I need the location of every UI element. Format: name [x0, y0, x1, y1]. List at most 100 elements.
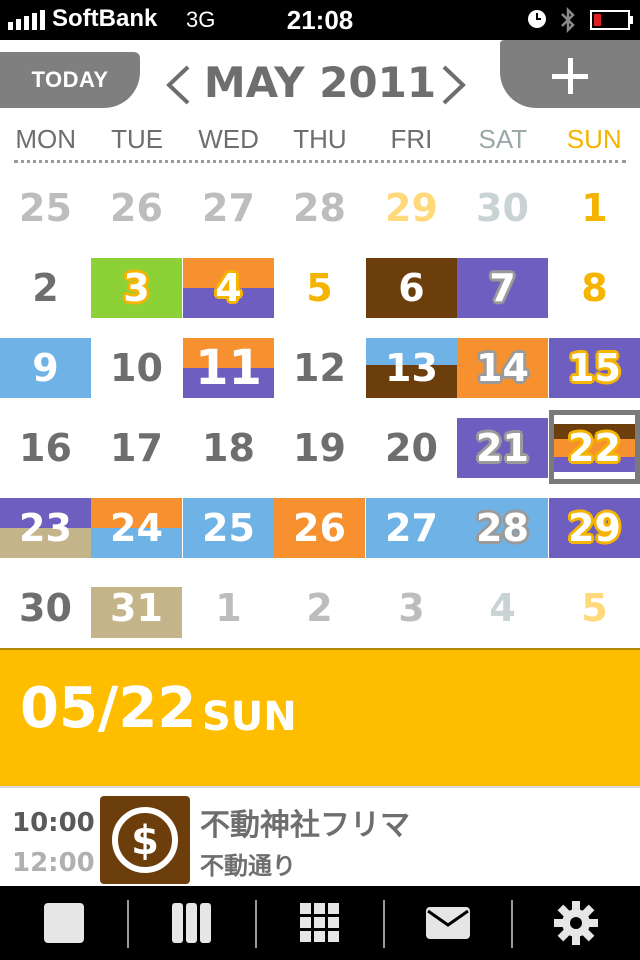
next-month-arrow-icon[interactable] [440, 64, 468, 106]
calendar-day-cell[interactable]: 9 [0, 328, 91, 408]
calendar-day-cell[interactable]: 6 [366, 248, 457, 328]
settings-icon [554, 901, 598, 945]
calendar-day-cell[interactable]: 15 [549, 328, 640, 408]
event-title: 不動神社フリマ [200, 808, 410, 843]
calendar-day-cell[interactable]: 30 [457, 168, 548, 248]
svg-text:$: $ [131, 818, 159, 864]
calendar-day-cell[interactable]: 28 [457, 488, 548, 568]
add-event-button[interactable] [500, 40, 640, 108]
calendar-day-number: 27 [202, 186, 255, 230]
calendar-day-number: 30 [476, 186, 529, 230]
calendar-day-number: 4 [215, 266, 242, 310]
divider [14, 160, 626, 163]
calendar-day-number: 28 [293, 186, 346, 230]
calendar-day-cell[interactable]: 21 [457, 408, 548, 488]
calendar-day-cell[interactable]: 24 [91, 488, 182, 568]
calendar-header: TODAY MAY 2011 [0, 40, 640, 120]
calendar-day-number: 8 [581, 266, 608, 310]
calendar-day-cell[interactable]: 26 [91, 168, 182, 248]
calendar-day-number: 4 [489, 586, 516, 630]
calendar-day-cell[interactable]: 10 [91, 328, 182, 408]
calendar-day-cell[interactable]: 28 [274, 168, 365, 248]
mail-button[interactable] [384, 886, 512, 960]
calendar-day-number: 30 [19, 586, 72, 630]
today-button[interactable]: TODAY [0, 52, 140, 108]
carrier-name: SoftBank [52, 5, 158, 32]
calendar-day-cell[interactable]: 4 [457, 568, 548, 648]
mail-icon [426, 907, 470, 939]
calendar-day-cell[interactable]: 26 [274, 488, 365, 568]
event-row[interactable]: 10:00 12:00 $ 不動神社フリマ 不動通り [0, 786, 640, 886]
week-view-button[interactable] [128, 886, 256, 960]
calendar-day-cell[interactable]: 25 [0, 168, 91, 248]
calendar-day-number: 3 [398, 586, 425, 630]
calendar-day-cell[interactable]: 27 [183, 168, 274, 248]
calendar-day-cell[interactable]: 1 [183, 568, 274, 648]
calendar-day-cell[interactable]: 5 [549, 568, 640, 648]
calendar-day-cell[interactable]: 8 [549, 248, 640, 328]
bluetooth-icon [561, 6, 575, 34]
selected-weekday: SUN [202, 694, 297, 740]
calendar-day-number: 1 [215, 586, 242, 630]
calendar-day-number: 3 [123, 266, 150, 310]
calendar-day-number: 24 [110, 506, 163, 550]
calendar-day-cell[interactable]: 3 [91, 248, 182, 328]
battery-icon [590, 10, 633, 30]
calendar-day-cell[interactable]: 11 [183, 328, 274, 408]
calendar-day-cell[interactable]: 14 [457, 328, 548, 408]
calendar-day-cell[interactable]: 19 [274, 408, 365, 488]
calendar-day-number: 28 [476, 506, 529, 550]
calendar-day-cell[interactable]: 22 [549, 408, 640, 488]
calendar-day-cell[interactable]: 16 [0, 408, 91, 488]
calendar-day-cell[interactable]: 27 [366, 488, 457, 568]
calendar-day-number: 26 [293, 506, 346, 550]
calendar-day-cell[interactable]: 29 [366, 168, 457, 248]
calendar-day-number: 5 [581, 586, 608, 630]
calendar-day-number: 25 [202, 506, 255, 550]
calendar-day-number: 20 [385, 426, 438, 470]
event-start-time: 10:00 [12, 808, 95, 838]
selected-day-banner: 05/22 SUN [0, 648, 640, 786]
day-view-button[interactable] [0, 886, 128, 960]
calendar-day-cell[interactable]: 18 [183, 408, 274, 488]
calendar-day-number: 12 [293, 346, 346, 390]
calendar-day-number: 9 [32, 346, 59, 390]
calendar-day-cell[interactable]: 29 [549, 488, 640, 568]
calendar-day-cell[interactable]: 13 [366, 328, 457, 408]
calendar-day-cell[interactable]: 20 [366, 408, 457, 488]
calendar-day-number: 18 [202, 426, 255, 470]
weekday-label: MON [15, 124, 77, 154]
calendar-day-cell[interactable]: 25 [183, 488, 274, 568]
calendar-day-cell[interactable]: 23 [0, 488, 91, 568]
signal-strength-icon [8, 10, 45, 30]
calendar-day-cell[interactable]: 31 [91, 568, 182, 648]
status-bar: SoftBank 3G 21:08 [0, 0, 640, 40]
month-view-button[interactable] [256, 886, 384, 960]
calendar-day-cell[interactable]: 12 [274, 328, 365, 408]
day-view-icon [44, 903, 84, 943]
calendar-day-cell[interactable]: 3 [366, 568, 457, 648]
calendar-day-number: 7 [489, 266, 516, 310]
calendar-day-cell[interactable]: 2 [0, 248, 91, 328]
weekday-label: SUN [566, 124, 622, 154]
today-button-label: TODAY [31, 67, 109, 92]
calendar-day-cell[interactable]: 2 [274, 568, 365, 648]
alarm-icon [528, 10, 546, 28]
network-type: 3G [186, 7, 216, 32]
calendar-day-cell[interactable]: 1 [549, 168, 640, 248]
calendar-day-number: 26 [110, 186, 163, 230]
selected-date: 05/22 [20, 676, 197, 741]
calendar-day-cell[interactable]: 5 [274, 248, 365, 328]
calendar-day-number: 13 [385, 346, 438, 390]
month-view-icon [300, 903, 339, 942]
calendar-day-cell[interactable]: 30 [0, 568, 91, 648]
event-location: 不動通り [200, 852, 296, 880]
calendar-day-cell[interactable]: 17 [91, 408, 182, 488]
event-category-badge: $ [100, 796, 190, 884]
calendar-day-cell[interactable]: 7 [457, 248, 548, 328]
calendar-day-cell[interactable]: 4 [183, 248, 274, 328]
calendar-day-number: 16 [19, 426, 72, 470]
calendar-day-number: 17 [110, 426, 163, 470]
calendar-day-number: 5 [306, 266, 333, 310]
settings-button[interactable] [512, 886, 640, 960]
